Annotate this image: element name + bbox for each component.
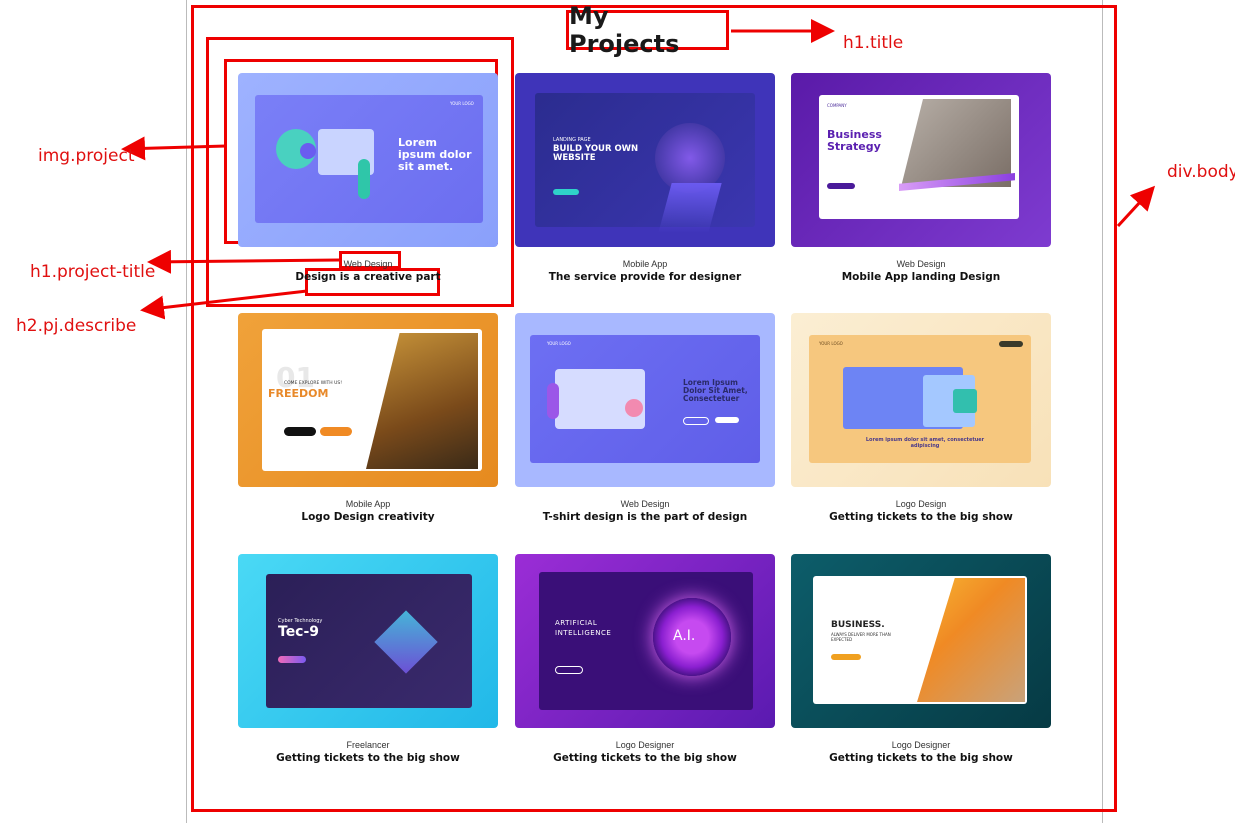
project-image[interactable]: LANDING PAGE BUILD YOUR OWN WEBSITE — [515, 73, 775, 247]
project-card[interactable]: BUSINESS. ALWAYS DELIVER MORE THAN EXPEC… — [791, 554, 1051, 764]
thumb-headline: FREEDOM — [268, 387, 329, 400]
thumb-headline: BUILD YOUR OWN WEBSITE — [553, 144, 639, 163]
project-category: Mobile App — [345, 499, 391, 509]
project-card[interactable]: YOUR LOGO Lorem ipsum dolor sit amet, co… — [791, 313, 1051, 523]
project-category: Web Design — [343, 259, 393, 269]
annotation-h1-project-title: h1.project-title — [30, 262, 156, 282]
project-description: Design is a creative part — [295, 271, 441, 283]
project-card[interactable]: LANDING PAGE BUILD YOUR OWN WEBSITE Mobi… — [515, 73, 775, 283]
left-guide-line — [186, 0, 187, 823]
project-description: Getting tickets to the big show — [553, 752, 737, 764]
project-category: Logo Designer — [615, 740, 675, 750]
project-card[interactable]: Cyber Technology Tec-9 Freelancer Gettin… — [238, 554, 498, 764]
thumb-small-text: COME EXPLORE WITH US! — [284, 381, 343, 386]
project-category: Web Design — [620, 499, 670, 509]
project-category: Logo Design — [895, 499, 947, 509]
thumb-headline: BUSINESS. — [831, 620, 885, 630]
project-description: Logo Design creativity — [301, 511, 435, 523]
thumb-logo: COMPANY — [827, 103, 847, 108]
page-title: My Projects — [566, 2, 729, 58]
thumb-headline: Lorem Ipsum Dolor Sit Amet, Consectetuer — [683, 378, 748, 403]
project-image[interactable]: YOUR LOGO Lorem ipsum dolor sit amet, co… — [791, 313, 1051, 487]
project-card[interactable]: 01 COME EXPLORE WITH US! FREEDOM Mobile … — [238, 313, 498, 523]
project-category: Web Design — [896, 259, 946, 269]
annotation-h1-title: h1.title — [843, 33, 904, 53]
project-category: Freelancer — [346, 740, 390, 750]
project-category: Mobile App — [622, 259, 668, 269]
thumb-small-text: ALWAYS DELIVER MORE THAN EXPECTED — [831, 632, 891, 642]
project-image[interactable]: 01 COME EXPLORE WITH US! FREEDOM — [238, 313, 498, 487]
project-image[interactable]: Lorem ipsum dolor sit amet. YOUR LOGO — [238, 73, 498, 247]
project-card[interactable]: COMPANY Business Strategy Web Design Mob… — [791, 73, 1051, 283]
project-description: Getting tickets to the big show — [829, 752, 1013, 764]
project-description: The service provide for designer — [548, 271, 742, 283]
project-card[interactable]: A.I. ARTIFICIAL INTELLIGENCE Logo Design… — [515, 554, 775, 764]
project-description: Getting tickets to the big show — [829, 511, 1013, 523]
thumb-small-text: LANDING PAGE — [553, 137, 591, 143]
project-card[interactable]: YOUR LOGO Lorem Ipsum Dolor Sit Amet, Co… — [515, 313, 775, 523]
project-image[interactable]: YOUR LOGO Lorem Ipsum Dolor Sit Amet, Co… — [515, 313, 775, 487]
thumb-small-text: ARTIFICIAL INTELLIGENCE — [555, 619, 612, 637]
project-image[interactable]: BUSINESS. ALWAYS DELIVER MORE THAN EXPEC… — [791, 554, 1051, 728]
thumb-logo: YOUR LOGO — [819, 341, 843, 346]
thumb-headline: Business Strategy — [827, 128, 882, 153]
project-category: Logo Designer — [891, 740, 951, 750]
thumb-headline: Tec-9 — [278, 624, 320, 640]
thumb-logo: YOUR LOGO — [547, 341, 571, 346]
arrow-div-body — [1116, 185, 1156, 228]
annotation-img-project: img.project — [38, 146, 135, 166]
project-description: Getting tickets to the big show — [276, 752, 460, 764]
project-description: T-shirt design is the part of design — [542, 511, 748, 523]
project-image[interactable]: COMPANY Business Strategy — [791, 73, 1051, 247]
thumb-headline: A.I. — [673, 628, 696, 644]
thumb-headline: Lorem ipsum dolor sit amet. — [398, 136, 472, 173]
thumb-headline: Lorem ipsum dolor sit amet, consectetuer… — [865, 437, 985, 449]
project-description: Mobile App landing Design — [841, 271, 1001, 283]
annotation-h2-pj-describe: h2.pj.describe — [16, 316, 137, 336]
annotation-div-body: div.body — [1167, 162, 1235, 182]
project-card[interactable]: Lorem ipsum dolor sit amet. YOUR LOGO We… — [238, 73, 498, 283]
thumb-logo: YOUR LOGO — [450, 101, 474, 106]
project-image[interactable]: A.I. ARTIFICIAL INTELLIGENCE — [515, 554, 775, 728]
project-image[interactable]: Cyber Technology Tec-9 — [238, 554, 498, 728]
